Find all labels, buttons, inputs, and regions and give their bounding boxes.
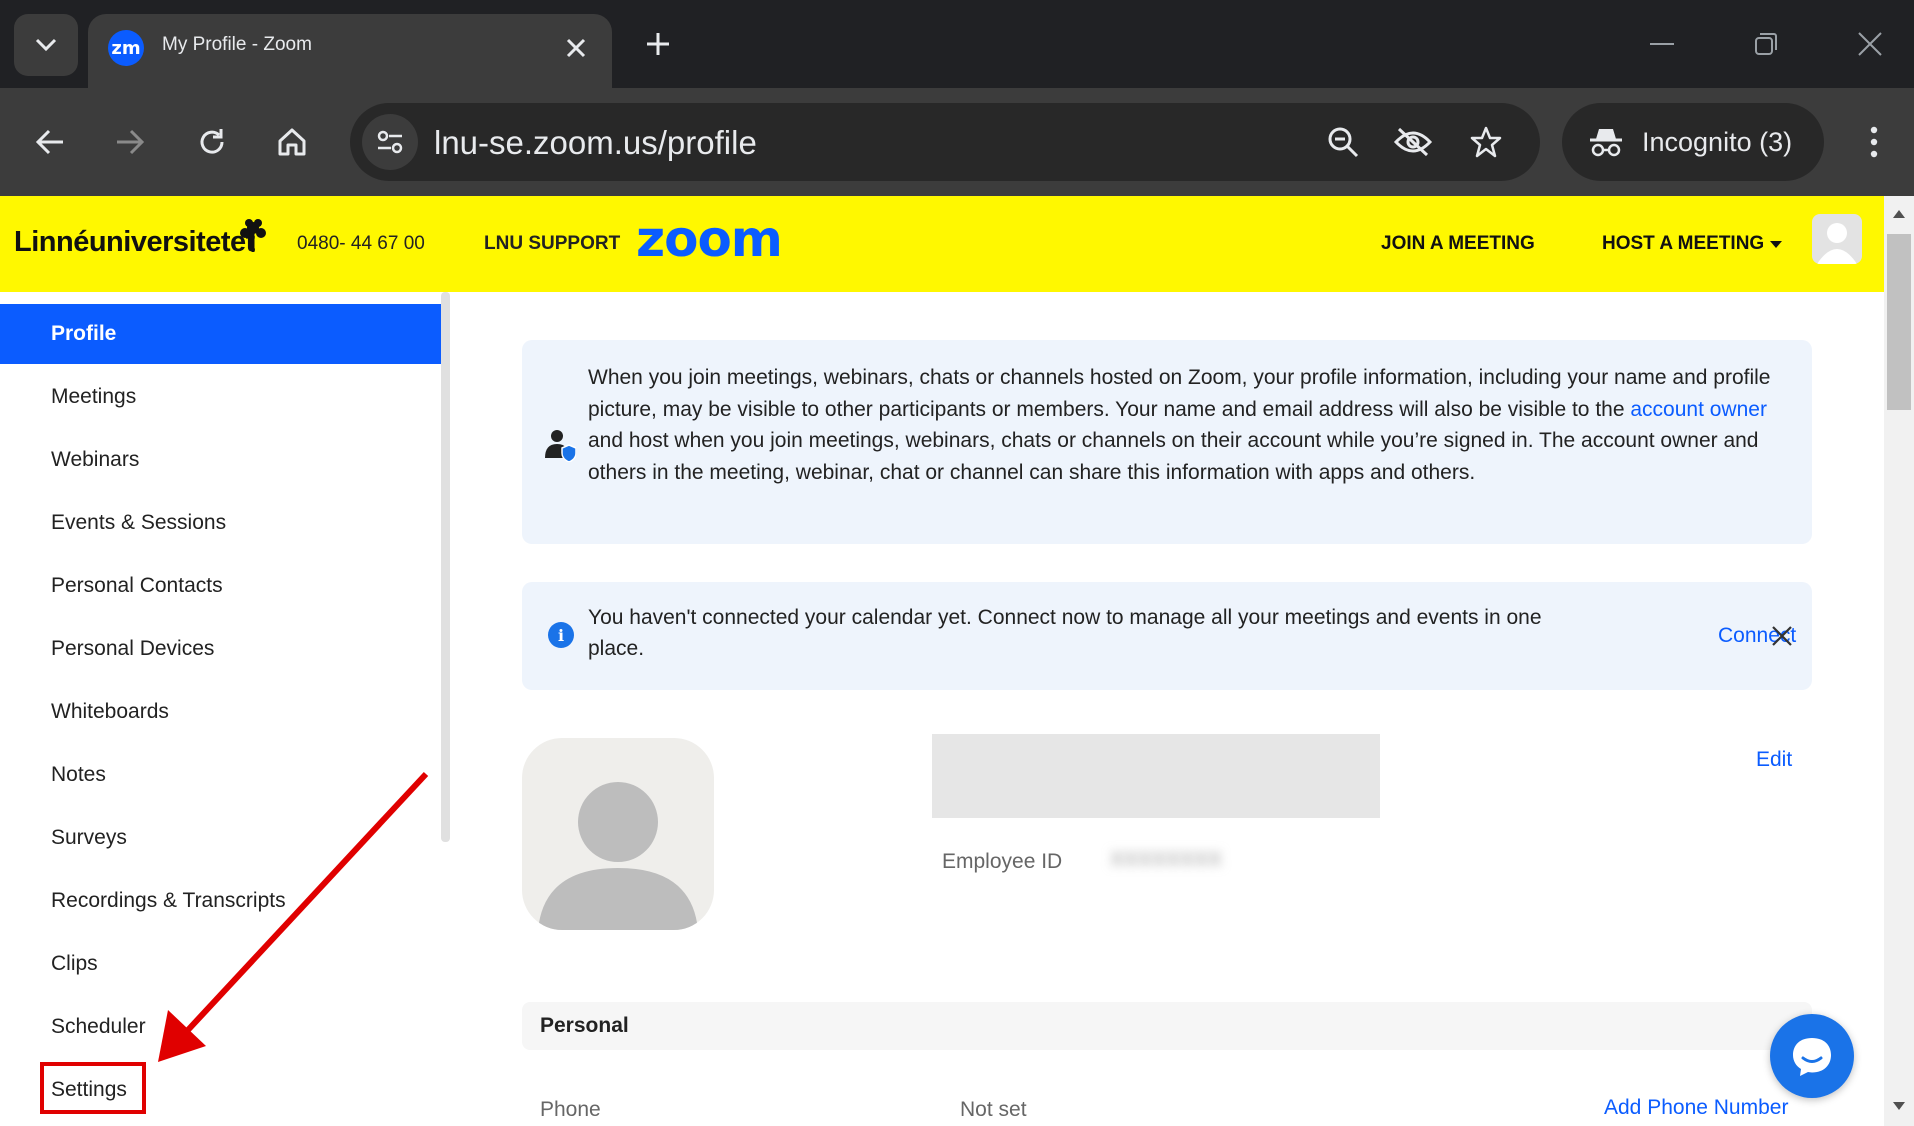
url-text[interactable]: lnu-se.zoom.us/profile — [434, 124, 757, 162]
scroll-up-icon — [1893, 210, 1905, 218]
scroll-down-icon — [1893, 1102, 1905, 1110]
page-scrollbar[interactable] — [1884, 196, 1914, 1126]
support-phone[interactable]: 0480- 44 67 00 — [297, 233, 425, 255]
sidebar-nav: Profile Meetings Webinars Events & Sessi… — [0, 292, 450, 1126]
personal-section-title: Personal — [540, 1014, 629, 1037]
restore-button[interactable] — [1746, 24, 1786, 64]
employee-id-value: XXXXXXXX — [1110, 848, 1223, 871]
sidebar-item-surveys[interactable]: Surveys — [0, 808, 441, 868]
scrollbar-thumb[interactable] — [1887, 234, 1911, 410]
address-bar[interactable]: lnu-se.zoom.us/profile — [350, 103, 1540, 181]
zoom-out-icon — [1328, 127, 1359, 158]
zoom-logo[interactable]: zoom — [636, 210, 783, 268]
sidebar-item-profile[interactable]: Profile — [0, 304, 441, 364]
incognito-label: Incognito (3) — [1642, 127, 1793, 157]
name-redacted — [932, 734, 1380, 818]
arrow-right-icon — [117, 129, 145, 155]
join-meeting-link[interactable]: JOIN A MEETING — [1381, 233, 1535, 255]
browser-tab-active[interactable]: zm My Profile - Zoom — [88, 14, 612, 88]
eye-off-icon — [1393, 127, 1433, 157]
employee-id-label: Employee ID — [942, 850, 1063, 873]
star-icon — [1470, 126, 1502, 158]
privacy-notice: When you join meetings, webinars, chats … — [522, 340, 1812, 544]
home-icon — [278, 128, 306, 156]
browser-tabstrip: zm My Profile - Zoom — [0, 0, 1914, 88]
close-icon — [1772, 626, 1792, 646]
calendar-banner: i You haven't connected your calendar ye… — [522, 582, 1812, 690]
user-icon — [1817, 223, 1857, 264]
tab-search-button[interactable] — [14, 14, 78, 76]
sidebar-item-scheduler[interactable]: Scheduler — [0, 997, 441, 1057]
sidebar-item-meetings[interactable]: Meetings — [0, 367, 441, 427]
reload-button[interactable] — [188, 118, 236, 166]
restore-icon — [1755, 33, 1777, 55]
sidebar-item-recordings[interactable]: Recordings & Transcripts — [0, 871, 441, 931]
incognito-button[interactable]: Incognito (3) — [1562, 103, 1824, 181]
new-tab-button[interactable] — [638, 24, 678, 64]
incognito-icon — [1590, 129, 1622, 157]
host-meeting-dropdown[interactable]: HOST A MEETING — [1602, 233, 1764, 255]
account-owner-link[interactable]: account owner — [1630, 398, 1767, 421]
zoom-header: Linnéuniversitetet 0480- 44 67 00 LNU SU… — [0, 196, 1884, 292]
user-avatar[interactable] — [1812, 214, 1862, 264]
sidebar-item-notes[interactable]: Notes — [0, 745, 441, 805]
browser-menu-button[interactable] — [1854, 118, 1894, 166]
close-icon — [566, 38, 586, 58]
minimize-icon — [1650, 43, 1674, 45]
caret-down-icon — [1770, 241, 1782, 248]
sidebar-item-events[interactable]: Events & Sessions — [0, 493, 441, 553]
profile-picture[interactable] — [522, 738, 714, 930]
home-button[interactable] — [268, 118, 316, 166]
lnu-logo[interactable]: Linnéuniversitetet — [14, 219, 266, 259]
add-phone-button[interactable]: Add Phone Number — [1604, 1096, 1788, 1120]
settings-highlight-box — [40, 1062, 146, 1114]
zoom-favicon-icon: zm — [108, 30, 144, 66]
chevron-down-icon — [35, 38, 57, 52]
arrow-left-icon — [35, 129, 63, 155]
tree-icon — [240, 219, 266, 252]
profile-main: When you join meetings, webinars, chats … — [450, 292, 1884, 1126]
calendar-message: You haven't connected your calendar yet.… — [588, 606, 1542, 660]
chat-bubble-icon — [1793, 1038, 1831, 1076]
browser-toolbar: lnu-se.zoom.us/profile Incognito (3) — [0, 88, 1914, 196]
sidebar-item-whiteboards[interactable]: Whiteboards — [0, 682, 441, 742]
tune-icon — [377, 130, 403, 154]
tab-close-button[interactable] — [558, 30, 594, 66]
user-placeholder-icon — [538, 782, 698, 930]
lnu-support-link[interactable]: LNU SUPPORT — [484, 233, 620, 255]
zoom-page-button[interactable] — [1323, 122, 1363, 162]
info-icon: i — [548, 622, 574, 648]
privacy-text-after: and host when you join meetings, webinar… — [588, 429, 1759, 484]
chat-support-button[interactable] — [1770, 1014, 1854, 1098]
close-icon — [1858, 32, 1882, 56]
sidebar-item-clips[interactable]: Clips — [0, 934, 441, 994]
dismiss-banner-button[interactable] — [1768, 622, 1796, 650]
back-button[interactable] — [26, 118, 74, 166]
forward-button[interactable] — [106, 118, 154, 166]
more-vertical-icon — [1870, 126, 1878, 158]
tracking-protection-button[interactable] — [1393, 122, 1433, 162]
edit-profile-button[interactable]: Edit — [1756, 748, 1792, 772]
bookmark-button[interactable] — [1466, 122, 1506, 162]
sidebar-scrollbar[interactable] — [441, 292, 450, 842]
close-window-button[interactable] — [1850, 24, 1890, 64]
minimize-button[interactable] — [1642, 24, 1682, 64]
privacy-text: When you join meetings, webinars, chats … — [588, 362, 1788, 488]
phone-label: Phone — [540, 1098, 601, 1121]
plus-icon — [647, 33, 669, 55]
personal-section-header: Personal — [522, 1002, 1812, 1050]
sidebar-item-personal-contacts[interactable]: Personal Contacts — [0, 556, 441, 616]
site-info-button[interactable] — [362, 114, 418, 170]
user-shield-icon — [545, 430, 576, 462]
sidebar-item-personal-devices[interactable]: Personal Devices — [0, 619, 441, 679]
lnu-logo-text: Linnéuniversitetet — [14, 226, 255, 258]
tab-title: My Profile - Zoom — [162, 34, 312, 55]
phone-value: Not set — [960, 1098, 1027, 1121]
reload-icon — [200, 129, 224, 154]
privacy-text-before: When you join meetings, webinars, chats … — [588, 366, 1771, 421]
sidebar-item-webinars[interactable]: Webinars — [0, 430, 441, 490]
